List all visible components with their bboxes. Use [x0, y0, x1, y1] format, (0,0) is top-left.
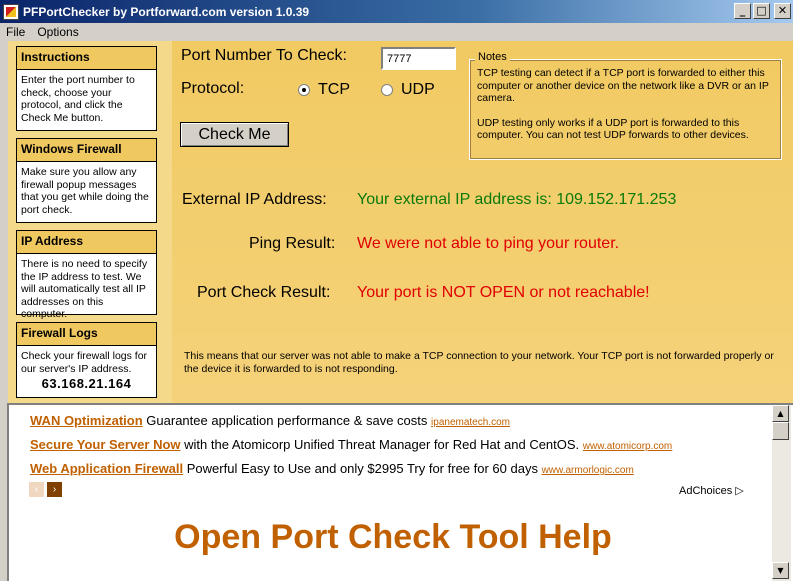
panel-windows-firewall: Windows Firewall Make sure you allow any… [16, 138, 157, 223]
panel-instructions: Instructions Enter the port number to ch… [16, 46, 157, 131]
adchoices-link[interactable]: AdChoices ▷ [679, 484, 744, 497]
app-icon[interactable] [3, 3, 19, 20]
scroll-up-icon[interactable]: ▲ [772, 405, 789, 422]
panel-ip-address: IP Address There is no need to specify t… [16, 230, 157, 320]
notes-udp: UDP testing only works if a UDP port is … [477, 116, 749, 142]
ad-title[interactable]: Secure Your Server Now [30, 437, 181, 452]
menu-file[interactable]: File [0, 25, 31, 39]
ad-title[interactable]: WAN Optimization [30, 413, 143, 428]
port-check-label: Port Check Result: [197, 284, 331, 301]
help-title[interactable]: Open Port Check Tool Help [0, 518, 786, 557]
check-me-button[interactable]: Check Me [180, 122, 289, 147]
external-ip-value: Your external IP address is: 109.152.171… [357, 191, 677, 208]
radio-tcp-dot[interactable] [298, 84, 310, 96]
radio-udp-label: UDP [401, 81, 435, 98]
notes-tcp: TCP testing can detect if a TCP port is … [477, 67, 769, 104]
panel-heading: IP Address [17, 231, 156, 254]
ad-url[interactable]: www.armorlogic.com [542, 465, 634, 476]
close-button[interactable]: ✕ [774, 3, 791, 19]
radio-udp-dot[interactable] [381, 84, 393, 96]
adchoices-label: AdChoices [679, 485, 733, 497]
port-check-value: Your port is NOT OPEN or not reachable! [357, 284, 650, 301]
panel-text: There is no need to specify the IP addre… [21, 258, 148, 320]
ad-item[interactable]: WAN Optimization Guarantee application p… [30, 413, 510, 428]
ad-prev-icon[interactable]: ‹ [29, 482, 44, 497]
adchoices-icon: ▷ [735, 485, 744, 497]
minimize-button[interactable]: _ [734, 3, 751, 19]
notes-text: TCP testing can detect if a TCP port is … [477, 67, 777, 142]
radio-tcp-label: TCP [318, 81, 350, 98]
ad-text: with the Atomicorp Unified Threat Manage… [184, 437, 580, 452]
panel-text: Enter the port number to check, choose y… [21, 74, 135, 124]
ad-title[interactable]: Web Application Firewall [30, 461, 183, 476]
ad-scrollbar[interactable]: ▲ ▼ [772, 405, 791, 581]
menu-options[interactable]: Options [31, 25, 84, 39]
radio-udp[interactable]: UDP [381, 81, 435, 99]
panel-text-body: Check your firewall logs for our server'… [21, 350, 148, 375]
panel-heading: Windows Firewall [17, 139, 156, 162]
panel-text: Check your firewall logs for our server'… [17, 346, 156, 395]
server-ip: 63.168.21.164 [41, 376, 132, 391]
protocol-label: Protocol: [181, 80, 245, 97]
notes-title: Notes [475, 51, 510, 63]
external-ip-label: External IP Address: [182, 191, 327, 208]
scroll-thumb[interactable] [772, 422, 789, 440]
maximize-button[interactable]: □ [753, 3, 770, 19]
port-label: Port Number To Check: [181, 47, 347, 64]
ad-next-icon[interactable]: › [47, 482, 62, 497]
ping-value: We were not able to ping your router. [357, 235, 620, 252]
ad-text: Powerful Easy to Use and only $2995 Try … [186, 461, 538, 476]
panel-heading: Instructions [17, 47, 156, 70]
title-bar[interactable]: PFPortChecker by Portforward.com version… [0, 0, 793, 23]
panel-heading: Firewall Logs [17, 323, 156, 346]
ad-item[interactable]: Secure Your Server Now with the Atomicor… [30, 437, 672, 452]
ad-url[interactable]: www.atomicorp.com [583, 441, 672, 452]
result-explanation: This means that our server was not able … [184, 350, 774, 375]
window-title: PFPortChecker by Portforward.com version… [23, 4, 310, 19]
panel-firewall-logs: Firewall Logs Check your firewall logs f… [16, 322, 157, 398]
menu-bar: File Options [0, 23, 793, 41]
ad-item[interactable]: Web Application Firewall Powerful Easy t… [30, 461, 634, 476]
ad-text: Guarantee application performance & save… [146, 413, 428, 428]
port-input[interactable] [381, 47, 456, 70]
radio-tcp[interactable]: TCP [298, 81, 350, 99]
ping-label: Ping Result: [249, 235, 336, 252]
ad-url[interactable]: ipanematech.com [431, 417, 510, 428]
check-me-label: Check Me [198, 126, 271, 143]
panel-text: Make sure you allow any firewall popup m… [21, 166, 149, 216]
scroll-down-icon[interactable]: ▼ [772, 562, 789, 579]
